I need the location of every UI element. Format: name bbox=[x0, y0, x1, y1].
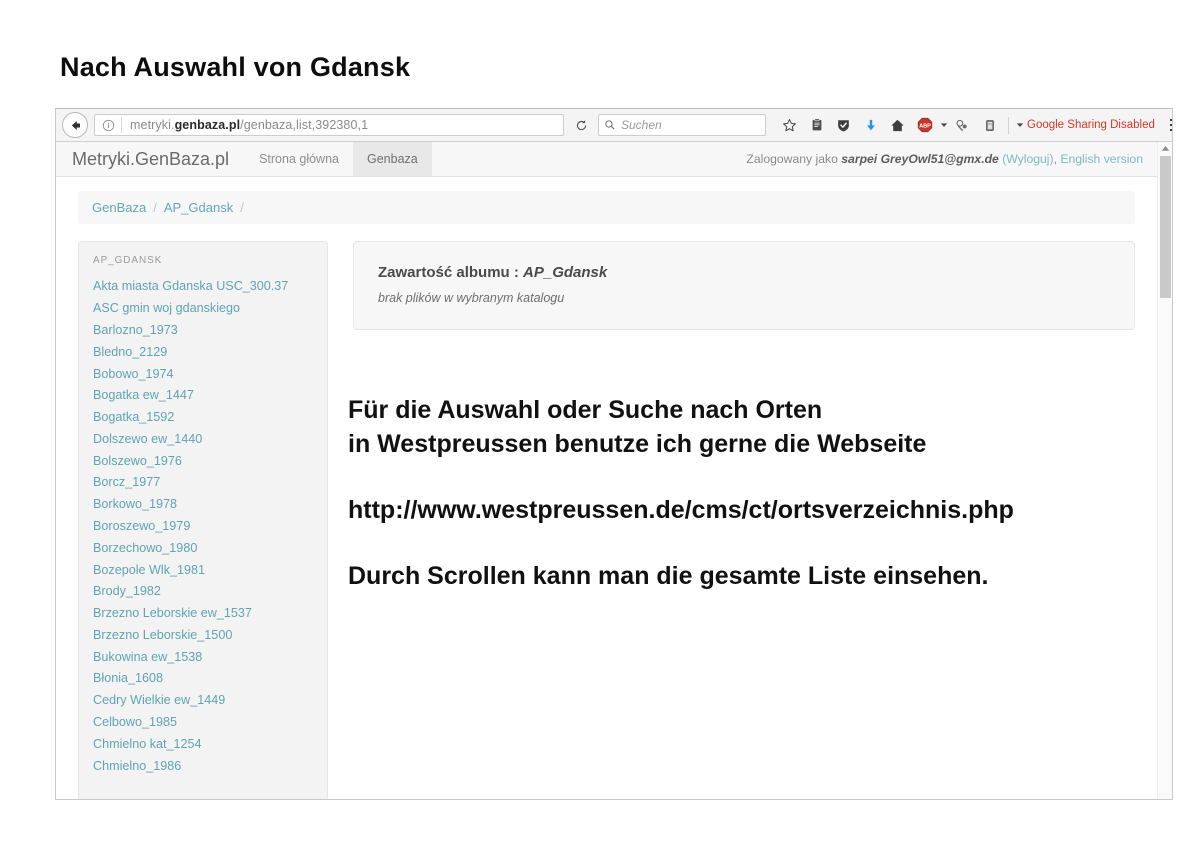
extensions-chevron-down-icon[interactable] bbox=[1014, 113, 1025, 137]
sidebar-heading: AP_GDANSK bbox=[79, 255, 327, 276]
sidebar-item-celbowo[interactable]: Celbowo_1985 bbox=[79, 712, 327, 734]
sidebar-item-borzechowo[interactable]: Borzechowo_1980 bbox=[79, 537, 327, 559]
sidebar-item-barlozno[interactable]: Barlozno_1973 bbox=[79, 320, 327, 342]
sidebar-item-cedry-wielkie-ew[interactable]: Cedry Wielkie ew_1449 bbox=[79, 690, 327, 712]
breadcrumb: GenBaza / AP_Gdansk / bbox=[78, 191, 1135, 224]
album-panel: Zawartość albumu : AP_Gdansk brak plików… bbox=[353, 241, 1135, 330]
sidebar-item-chmielno-kat[interactable]: Chmielno kat_1254 bbox=[79, 733, 327, 755]
breadcrumb-separator-2: / bbox=[240, 200, 244, 215]
svg-text:ABP: ABP bbox=[919, 123, 931, 129]
sidebar-item-brody[interactable]: Brody_1982 bbox=[79, 581, 327, 603]
reload-icon[interactable] bbox=[568, 114, 594, 136]
slide: Nach Auswahl von Gdansk metryki.genba bbox=[0, 0, 1200, 848]
back-arrow-icon[interactable] bbox=[62, 112, 88, 138]
google-sharing-status[interactable]: Google Sharing Disabled bbox=[1027, 119, 1155, 131]
annotation-line-3: http://www.westpreussen.de/cms/ct/ortsve… bbox=[348, 493, 1158, 527]
sidebar-item-bukowina-ew[interactable]: Bukowina ew_1538 bbox=[79, 646, 327, 668]
slide-title: Nach Auswahl von Gdansk bbox=[60, 52, 410, 83]
annotation-line-2: in Westpreussen benutze ich gerne die We… bbox=[348, 427, 1158, 461]
nav-item-strona-glowna[interactable]: Strona główna bbox=[245, 142, 353, 176]
home-icon[interactable] bbox=[884, 113, 911, 137]
sidebar-item-bledno[interactable]: Bledno_2129 bbox=[79, 341, 327, 363]
sidebar-item-dolszewo-ew[interactable]: Dolszewo ew_1440 bbox=[79, 428, 327, 450]
browser-toolbar: metryki.genbaza.pl/genbaza,list,392380,1… bbox=[56, 109, 1172, 142]
sidebar-item-asc-gmin[interactable]: ASC gmin woj gdanskiego bbox=[79, 298, 327, 320]
album-empty-message: brak plików w wybranym katalogu bbox=[378, 291, 1110, 305]
annotation-gap-2 bbox=[348, 527, 1158, 559]
sidebar-item-bogatka-ew[interactable]: Bogatka ew_1447 bbox=[79, 385, 327, 407]
sidebar-item-bogatka[interactable]: Bogatka_1592 bbox=[79, 407, 327, 429]
reading-list-icon[interactable] bbox=[803, 113, 830, 137]
account-separator: , bbox=[1054, 152, 1057, 166]
scrollbar-thumb[interactable] bbox=[1160, 156, 1171, 298]
breadcrumb-item-ap-gdansk[interactable]: AP_Gdansk bbox=[164, 200, 233, 215]
breadcrumb-item-genbaza[interactable]: GenBaza bbox=[92, 200, 146, 215]
url-host: genbaza.pl bbox=[175, 118, 241, 132]
sidebar-item-brzezno-leborskie-ew[interactable]: Brzezno Leborskie ew_1537 bbox=[79, 603, 327, 625]
album-name: AP_Gdansk bbox=[523, 264, 607, 281]
english-version-link[interactable]: English version bbox=[1060, 152, 1143, 166]
flash-block-icon[interactable] bbox=[949, 113, 976, 137]
annotation-gap-1 bbox=[348, 461, 1158, 493]
sidebar-item-chmielno[interactable]: Chmielno_1986 bbox=[79, 755, 327, 777]
annotation-line-1: Für die Auswahl oder Suche nach Orten bbox=[348, 393, 1158, 427]
site-brand[interactable]: Metryki.GenBaza.pl bbox=[68, 142, 245, 176]
sidebar-item-bozepole-wlk[interactable]: Bozepole Wlk_1981 bbox=[79, 559, 327, 581]
toolbar-divider bbox=[1008, 117, 1009, 134]
nav-item-genbaza[interactable]: Genbaza bbox=[353, 142, 432, 176]
url-prefix: metryki. bbox=[130, 118, 175, 132]
sidebar-item-borcz[interactable]: Borcz_1977 bbox=[79, 472, 327, 494]
hamburger-menu-icon[interactable] bbox=[1165, 113, 1173, 137]
sidebar-item-borkowo[interactable]: Borkowo_1978 bbox=[79, 494, 327, 516]
adblock-chevron-down-icon[interactable] bbox=[938, 113, 949, 137]
cookie-manager-icon[interactable] bbox=[976, 113, 1003, 137]
sidebar-item-akta-miasta-gdanska[interactable]: Akta miasta Gdanska USC_300.37 bbox=[79, 276, 327, 298]
scroll-up-arrow-icon[interactable] bbox=[1158, 142, 1172, 155]
url-text: metryki.genbaza.pl/genbaza,list,392380,1 bbox=[130, 118, 368, 132]
breadcrumb-separator: / bbox=[153, 200, 157, 215]
adblock-plus-icon[interactable]: ABP bbox=[911, 113, 938, 137]
bookmark-star-icon[interactable] bbox=[776, 113, 803, 137]
breadcrumb-wrapper: GenBaza / AP_Gdansk / bbox=[56, 177, 1157, 224]
url-path: /genbaza,list,392380,1 bbox=[240, 118, 368, 132]
annotation-line-4: Durch Scrollen kann man die gesamte List… bbox=[348, 559, 1158, 593]
album-sidebar: AP_GDANSK Akta miasta Gdanska USC_300.37… bbox=[78, 241, 328, 800]
toolbar-icon-group: ABP bbox=[776, 113, 1173, 137]
account-info: Zalogowany jako sarpei GreyOwl51@gmx.de … bbox=[746, 142, 1157, 176]
url-divider bbox=[121, 117, 122, 133]
site-navbar: Metryki.GenBaza.pl Strona główna Genbaza… bbox=[56, 142, 1157, 177]
search-input[interactable]: Suchen bbox=[621, 118, 662, 132]
search-bar[interactable]: Suchen bbox=[598, 114, 766, 136]
url-bar[interactable]: metryki.genbaza.pl/genbaza,list,392380,1 bbox=[94, 114, 564, 136]
annotation-overlay: Für die Auswahl oder Suche nach Orten in… bbox=[348, 393, 1158, 593]
sidebar-item-brzezno-leborskie[interactable]: Brzezno Leborskie_1500 bbox=[79, 625, 327, 647]
info-circle-icon[interactable] bbox=[101, 118, 115, 132]
account-user: sarpei GreyOwl51@gmx.de bbox=[841, 152, 999, 166]
search-icon bbox=[604, 119, 616, 131]
sidebar-item-boroszewo[interactable]: Boroszewo_1979 bbox=[79, 516, 327, 538]
sidebar-item-bolszewo[interactable]: Bolszewo_1976 bbox=[79, 450, 327, 472]
account-prefix: Zalogowany jako bbox=[746, 152, 837, 166]
logout-link[interactable]: (Wyloguj) bbox=[1002, 152, 1053, 166]
shield-icon[interactable] bbox=[830, 113, 857, 137]
sidebar-item-blonia[interactable]: Błonia_1608 bbox=[79, 668, 327, 690]
album-title: Zawartość albumu : AP_Gdansk bbox=[378, 264, 1110, 281]
downloads-icon[interactable] bbox=[857, 113, 884, 137]
sidebar-item-bobowo[interactable]: Bobowo_1974 bbox=[79, 363, 327, 385]
vertical-scrollbar[interactable] bbox=[1157, 142, 1172, 800]
album-title-prefix: Zawartość albumu : bbox=[378, 264, 523, 281]
album-content: Zawartość albumu : AP_Gdansk brak plików… bbox=[353, 241, 1135, 330]
